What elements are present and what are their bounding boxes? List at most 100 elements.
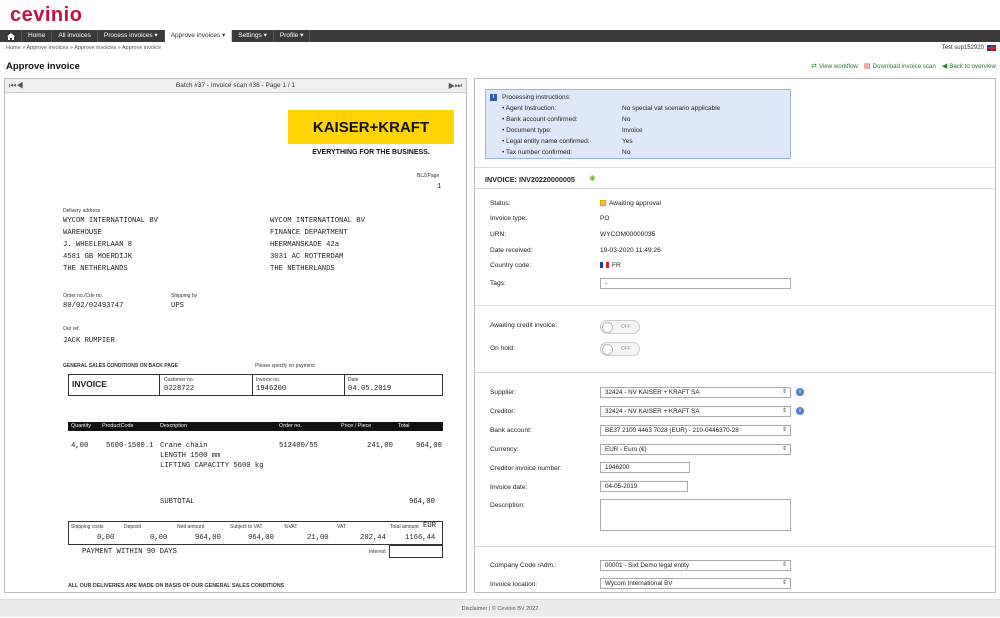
divider	[475, 305, 995, 306]
company-select[interactable]: 00001 - Sixt Demo legal entity ⇕	[600, 560, 791, 571]
sum-value: 0,00	[97, 534, 115, 542]
page-actions: ⇄ View workflow ▤ Download invoice scan ◀ B…	[811, 62, 996, 70]
instructions-title: Processing instructions:	[502, 94, 571, 101]
invoice-details-pane: i Processing instructions: • Agent Instr…	[474, 78, 996, 593]
scan-toolbar: ⏮◀ Batch #37 - Invoice scan #36 - Page 1…	[5, 79, 466, 93]
sum-head: Nett amount	[177, 524, 205, 530]
page-title: Approve invoice	[6, 61, 80, 72]
th-total: Total	[398, 423, 410, 429]
supplier-select[interactable]: 32424 - NV KAISER + KRAFT SA ⇕	[600, 387, 791, 398]
workflow-icon: ⇄	[810, 63, 817, 70]
nav-approve-invoices[interactable]: Approve invoices ▾	[164, 30, 233, 42]
breadcrumb-approve-invoices[interactable]: Approve invoices	[26, 45, 68, 51]
breadcrumb-approve-invoices-2[interactable]: Approve invoices	[74, 45, 116, 51]
delivery-line: THE NETHERLANDS	[63, 265, 128, 273]
nav-process-invoices[interactable]: Process invoices ▾	[98, 30, 165, 42]
first-prev-page-icon[interactable]: ⏮◀	[9, 81, 23, 91]
instruction-value: Yes	[622, 138, 633, 145]
shipping-label: Shipping by	[171, 293, 198, 299]
chevron-down-icon: ⇕	[781, 427, 787, 433]
nav-settings[interactable]: Settings ▾	[232, 30, 274, 42]
sum-value: 21,00	[307, 534, 329, 542]
urn-value: WYCOM00000035	[600, 231, 656, 238]
back-label: Back to overview	[949, 63, 996, 70]
instruction-value: No	[622, 149, 631, 156]
conditions-note: GENERAL SALES CONDITIONS ON BACK PAGE	[63, 363, 179, 369]
shipping-value: UPS	[171, 302, 184, 310]
android-icon[interactable]: ✱	[589, 174, 596, 183]
creditor-number-input[interactable]: 1946200	[600, 462, 690, 473]
type-value: PO	[600, 215, 610, 222]
received-value: 19-03-2020 11:49:26	[600, 247, 661, 254]
tags-input[interactable]: -	[600, 278, 791, 289]
nav-all-invoices[interactable]: All invoices	[52, 30, 98, 42]
pdf-icon: ▤	[863, 63, 871, 70]
awaiting-credit-toggle[interactable]: OFF	[600, 320, 640, 334]
divider	[475, 372, 995, 373]
divider	[344, 374, 345, 396]
supplier-info-icon[interactable]: i	[796, 388, 804, 396]
deliveries-note: ALL OUR DELIVERIES ARE MADE ON BASIS OF …	[68, 583, 285, 589]
th-price: Price / Piece	[341, 423, 372, 429]
scan-caption: Batch #37 - Invoice scan #36 - Page 1 / …	[175, 82, 296, 89]
kaiser-kraft-tagline: EVERYTHING FOR THE BUSINESS.	[312, 149, 430, 156]
received-label: Date received:	[490, 247, 533, 254]
user-box: Test sup152920	[942, 45, 996, 51]
nav-profile[interactable]: Profile ▾	[274, 30, 311, 42]
breadcrumb-home[interactable]: Home	[6, 45, 21, 51]
download-scan-link[interactable]: ▤ Download invoice scan	[864, 62, 936, 70]
instruction-label: • Agent Instruction:	[502, 105, 557, 112]
view-workflow-label: View workflow	[818, 63, 858, 70]
back-arrow-icon: ◀	[941, 63, 948, 70]
user-name[interactable]: Test sup152920	[942, 45, 984, 51]
delivery-line: J. WHEELERLAAN 8	[63, 241, 133, 249]
view-workflow-link[interactable]: ⇄ View workflow	[811, 62, 858, 70]
description-label: Description:	[490, 502, 525, 509]
download-scan-label: Download invoice scan	[872, 63, 936, 70]
chevron-down-icon: ⇕	[781, 389, 787, 395]
creditor-select[interactable]: 32424 - NV KAISER + KRAFT SA ⇕	[600, 406, 791, 417]
line-order: 512400/55	[279, 442, 318, 450]
on-hold-toggle[interactable]: OFF	[600, 342, 640, 356]
toggle-knob	[602, 322, 613, 333]
status-icon	[600, 200, 606, 206]
supplier-label: Supplier:	[490, 389, 517, 396]
billing-line: THE NETHERLANDS	[270, 265, 335, 273]
description-textarea[interactable]	[600, 499, 791, 531]
instruction-value: No special vat scenario applicable	[622, 105, 721, 112]
uk-flag-icon[interactable]	[987, 45, 996, 51]
home-icon[interactable]	[0, 30, 22, 42]
line-desc: LIFTING CAPACITY 5600 kg	[160, 462, 264, 470]
company-label: Company Code /Adm.:	[490, 562, 557, 569]
location-select[interactable]: Wycom International BV ⇕	[600, 578, 791, 589]
th-quantity: Quantity	[71, 423, 92, 429]
instruction-label: • Document type:	[502, 127, 552, 134]
line-table-header: Quantity ProductCode Description Order n…	[68, 422, 443, 431]
processing-instructions: i Processing instructions: • Agent Instr…	[485, 89, 791, 159]
subtotal-label: SUBTOTAL	[160, 498, 195, 506]
ourref-label: Our ref.	[63, 326, 80, 332]
country-value: FR	[600, 262, 621, 269]
nav-home[interactable]: Home	[22, 30, 53, 42]
bank-account-select[interactable]: BE37 2100 4463 7028 (EUR) - 210-0446370-…	[600, 425, 791, 436]
status-label: Status:	[490, 200, 511, 207]
invoice-document: KAISER+KRAFT EVERYTHING FOR THE BUSINESS…	[5, 93, 466, 592]
divider	[475, 167, 995, 168]
breadcrumb-current: Approve invoice	[121, 45, 162, 51]
line-desc: LENGTH 1500 mm	[160, 452, 221, 460]
currency-select[interactable]: EUR - Euro (€) ⇕	[600, 444, 791, 455]
instruction-value: Invoice	[622, 127, 643, 134]
back-to-overview-link[interactable]: ◀ Back to overview	[942, 62, 996, 70]
next-last-page-icon[interactable]: ▶⏭	[449, 81, 462, 91]
sum-head: %VAT	[284, 524, 298, 530]
breadcrumb: Home » Approve invoices » Approve invoic…	[6, 45, 162, 51]
invoice-date-input[interactable]: 04-05-2019	[600, 481, 688, 492]
delivery-line: WAREHOUSE	[63, 229, 102, 237]
creditor-info-icon[interactable]: i	[796, 407, 804, 415]
divider	[475, 188, 995, 189]
billing-line: FINANCE DEPARTMENT	[270, 229, 348, 237]
location-label: Invoice location:	[490, 581, 538, 588]
line-qty: 4,00	[71, 442, 89, 450]
date-label: Date	[348, 377, 359, 383]
cevinio-logo[interactable]: cevinio	[10, 4, 82, 27]
